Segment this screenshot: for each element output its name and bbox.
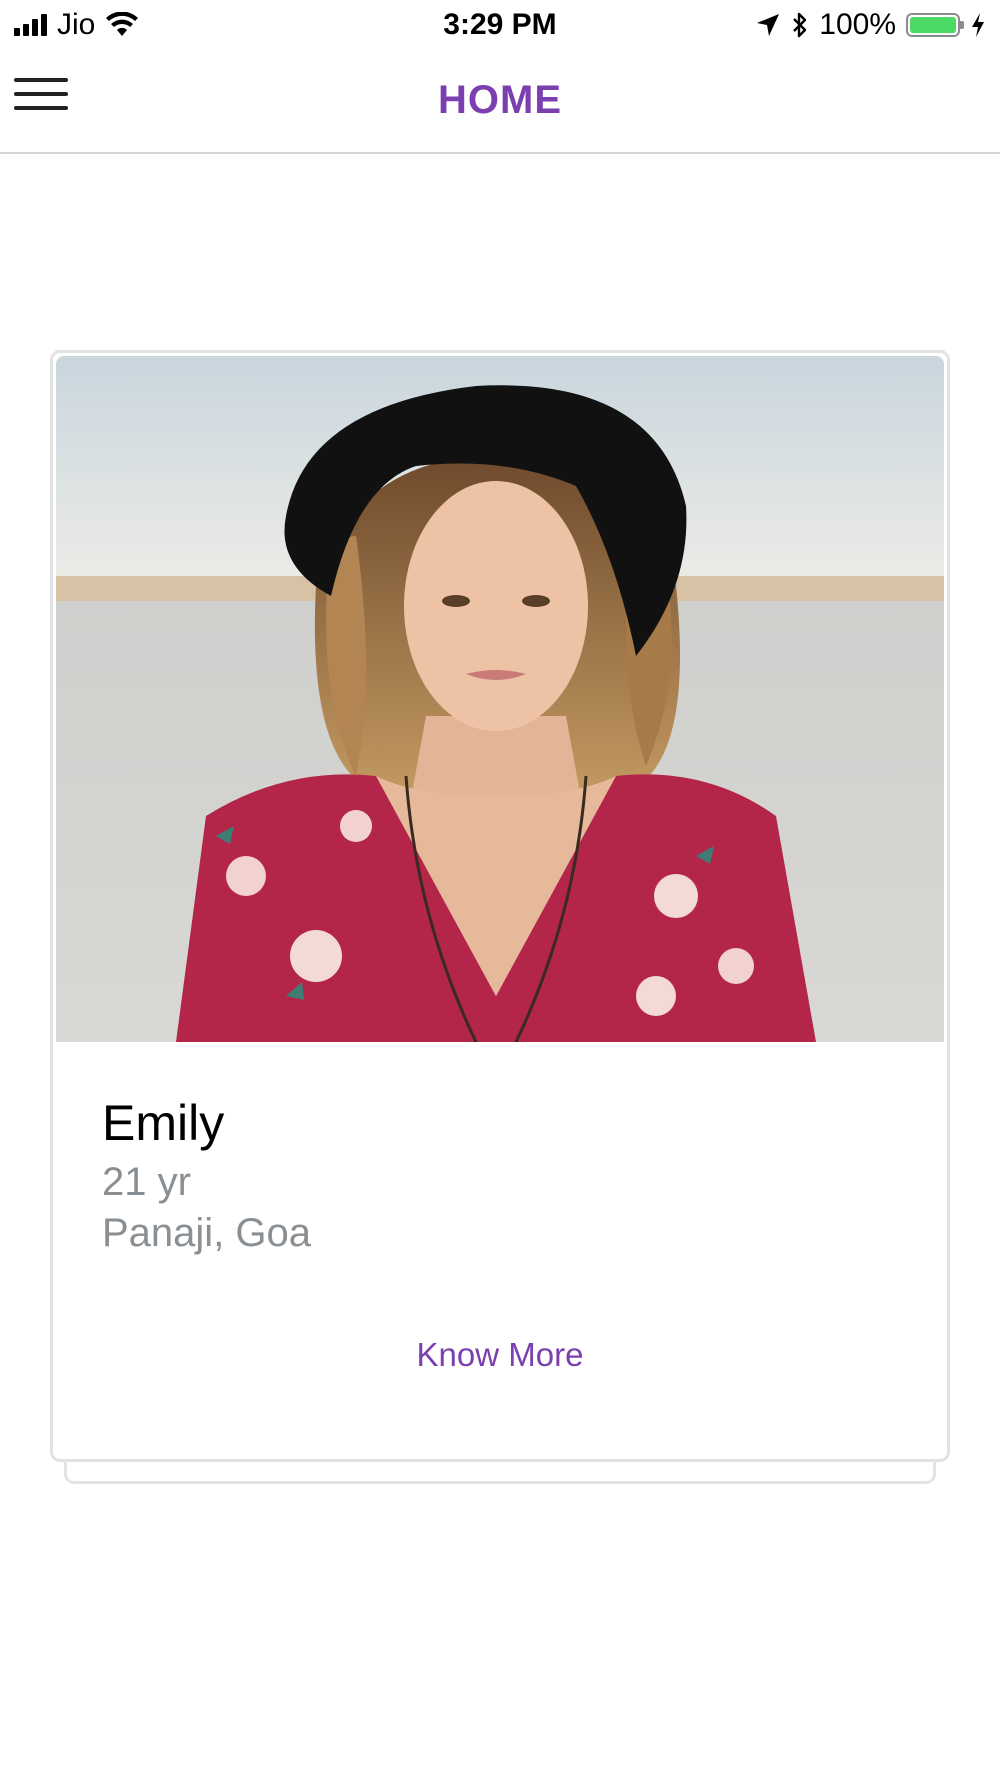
- status-bar: Jio 3:29 PM 100%: [0, 0, 1000, 50]
- page-title: HOME: [438, 78, 562, 122]
- battery-icon: [906, 13, 964, 37]
- profile-location: Panaji, Goa: [102, 1211, 312, 1255]
- status-right: 100%: [755, 6, 986, 44]
- app-screen: Jio 3:29 PM 100% HOME Emily 21 yr Panaji…: [0, 0, 1000, 1778]
- location-arrow-icon: [757, 14, 780, 36]
- profile-age: 21 yr: [102, 1160, 191, 1204]
- charging-icon: [972, 13, 984, 37]
- profile-card[interactable]: Emily 21 yr Panaji, Goa Know More: [50, 350, 950, 1462]
- battery-percent: 100%: [819, 8, 896, 41]
- app-header: HOME: [0, 50, 1000, 154]
- bluetooth-icon: [793, 12, 807, 38]
- battery-fill: [910, 17, 956, 33]
- profile-photo: [56, 356, 944, 1042]
- profile-name: Emily: [102, 1095, 225, 1151]
- know-more-button[interactable]: Know More: [53, 1333, 947, 1377]
